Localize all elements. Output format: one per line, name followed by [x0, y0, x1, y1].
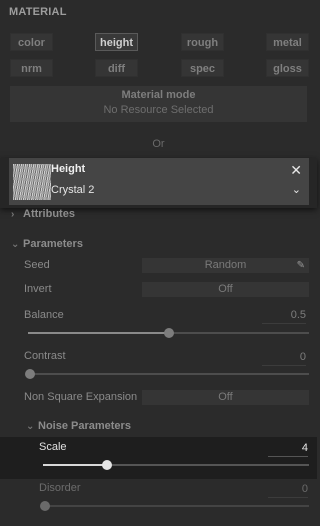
chevron-down-icon[interactable]: ⌄: [292, 183, 301, 196]
chevron-down-icon: ⌄: [26, 421, 35, 432]
contrast-value[interactable]: 0: [262, 350, 306, 366]
panel-title: MATERIAL: [9, 6, 67, 18]
contrast-slider-handle[interactable]: [25, 369, 35, 379]
resource-selector[interactable]: Height Crystal 2 ✕ ⌄: [0, 158, 317, 208]
close-icon[interactable]: ✕: [290, 163, 302, 177]
resource-title: Height: [51, 163, 86, 175]
chevron-right-icon: ›: [11, 209, 15, 220]
material-mode-title: Material mode: [121, 89, 196, 101]
channel-rough-button[interactable]: rough: [181, 33, 224, 51]
invert-toggle[interactable]: Off: [142, 282, 309, 297]
parameters-label: Parameters: [23, 238, 83, 250]
scale-value[interactable]: 4: [268, 441, 308, 457]
nonsquare-label: Non Square Expansion: [24, 391, 138, 403]
channel-gloss-button[interactable]: gloss: [266, 59, 309, 77]
contrast-slider-track[interactable]: [28, 373, 309, 375]
channel-nrm-button[interactable]: nrm: [10, 59, 53, 77]
seed-value: Random: [204, 259, 247, 271]
balance-slider-handle[interactable]: [163, 328, 174, 338]
scale-label: Scale: [39, 441, 67, 453]
material-mode-subtitle: No Resource Selected: [103, 104, 214, 116]
balance-slider-fill: [28, 332, 169, 334]
material-mode-box[interactable]: Material mode No Resource Selected: [10, 86, 307, 122]
contrast-label: Contrast: [24, 350, 66, 362]
or-separator: Or: [152, 138, 165, 150]
channel-height-button[interactable]: height: [95, 33, 138, 51]
resource-name: Crystal 2: [51, 184, 95, 196]
scale-slider-handle[interactable]: [101, 460, 112, 470]
chevron-down-icon: ⌄: [11, 239, 20, 250]
channel-diff-button[interactable]: diff: [95, 59, 138, 77]
disorder-value[interactable]: 0: [268, 482, 308, 498]
balance-value[interactable]: 0.5: [262, 308, 306, 324]
channel-metal-button[interactable]: metal: [266, 33, 309, 51]
disorder-slider-handle[interactable]: [40, 501, 50, 511]
resource-card[interactable]: Height Crystal 2 ✕ ⌄: [9, 158, 309, 205]
channel-color-button[interactable]: color: [10, 33, 53, 51]
attributes-section-header[interactable]: › Attributes: [11, 208, 75, 220]
disorder-label: Disorder: [39, 482, 81, 494]
disorder-slider-track[interactable]: [43, 505, 309, 507]
parameters-section-header[interactable]: ⌄ Parameters: [11, 238, 83, 250]
resource-thumbnail: [13, 164, 51, 200]
seed-label: Seed: [24, 259, 50, 271]
invert-label: Invert: [24, 283, 52, 295]
seed-field[interactable]: Random ✎: [142, 258, 309, 273]
balance-label: Balance: [24, 309, 64, 321]
nonsquare-toggle[interactable]: Off: [142, 390, 309, 405]
pencil-icon[interactable]: ✎: [297, 258, 305, 273]
noise-section-header[interactable]: ⌄ Noise Parameters: [26, 420, 131, 432]
noise-label: Noise Parameters: [38, 420, 131, 432]
attributes-label: Attributes: [23, 208, 75, 220]
scale-slider-fill: [43, 464, 107, 466]
channel-spec-button[interactable]: spec: [181, 59, 224, 77]
